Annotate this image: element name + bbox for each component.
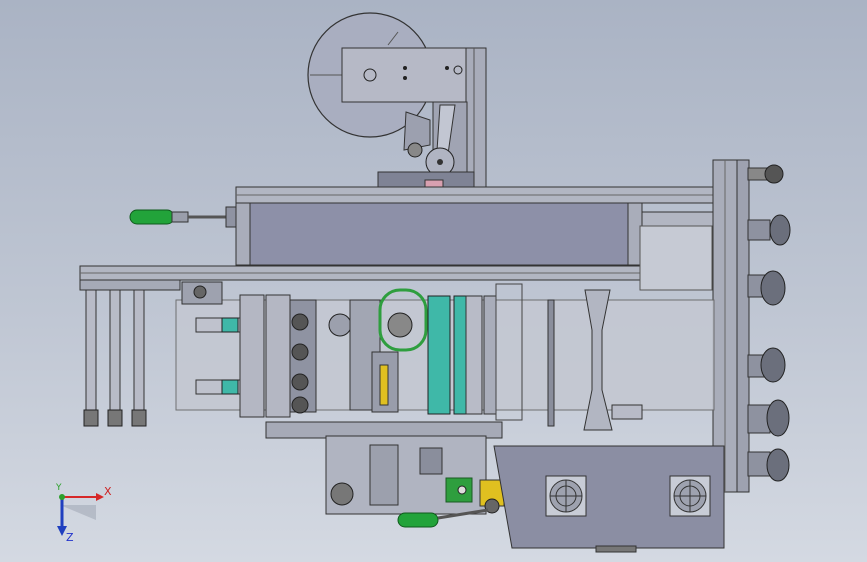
fan-left — [545, 475, 587, 517]
idler-gear — [328, 313, 352, 337]
hanging-rollers — [79, 279, 181, 427]
caster-wheel-5 — [747, 448, 790, 482]
y-axis-label: Y — [55, 483, 62, 493]
caster-wheel-2 — [747, 270, 786, 306]
reel-mount-plate — [341, 47, 475, 103]
top-knob[interactable] — [747, 164, 784, 184]
lower-gear — [330, 482, 354, 506]
triad-shadow — [60, 505, 96, 520]
x-axis-label: X — [104, 485, 112, 498]
cad-viewport[interactable]: X Y Z — [0, 0, 867, 562]
left-handle[interactable] — [129, 206, 237, 228]
belt-pulley — [387, 312, 413, 338]
caster-wheel-4 — [747, 399, 790, 437]
label-reel-assembly — [307, 12, 487, 194]
top-housing — [249, 202, 631, 266]
fan-right — [669, 475, 711, 517]
center-mechanism — [175, 281, 715, 431]
vertical-upright — [465, 47, 487, 194]
y-axis-dot — [59, 494, 65, 500]
axis-triad-icon: X Y Z — [55, 483, 112, 544]
caster-column — [747, 164, 791, 482]
machine-assembly-drawing: X Y Z — [55, 12, 791, 553]
caster-wheel-3 — [747, 347, 786, 383]
z-axis-label: Z — [66, 531, 74, 544]
electrical-cabinet — [493, 445, 725, 553]
caster-wheel-1 — [747, 214, 791, 246]
lower-mechanism — [265, 421, 505, 515]
